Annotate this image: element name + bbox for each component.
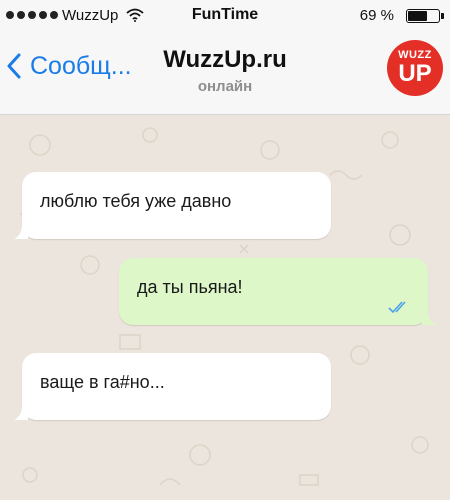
battery-level-fill — [408, 11, 427, 21]
read-receipt-icon — [388, 301, 406, 314]
battery-percentage: 69 % — [359, 7, 394, 24]
online-status: онлайн — [197, 78, 253, 95]
message-bubble[interactable]: люблю тебя уже давно — [14, 172, 331, 239]
battery-tip — [441, 13, 444, 19]
message-text: ваще в га#но... — [40, 372, 165, 392]
avatar-logo-line2: UP — [398, 60, 432, 87]
avatar[interactable]: WUZZ UP — [387, 40, 443, 96]
bubble-tail — [14, 406, 28, 420]
message-bubble[interactable]: да ты пьяна! — [119, 258, 436, 325]
status-bar: WuzzUp FunTime 69 % — [0, 0, 450, 32]
chat-header: Сообщ... WuzzUp.ru онлайн WUZZ UP — [0, 32, 450, 115]
bubble-tail — [422, 311, 436, 325]
chat-title[interactable]: WuzzUp.ru — [0, 46, 450, 74]
battery-icon — [406, 9, 440, 23]
message-text: да ты пьяна! — [137, 277, 243, 297]
chat-area[interactable]: люблю тебя уже давно да ты пьяна! ваще в… — [0, 115, 450, 500]
bubble-tail — [14, 225, 28, 239]
message-bubble[interactable]: ваще в га#но... — [14, 353, 331, 420]
message-text: люблю тебя уже давно — [40, 191, 232, 211]
